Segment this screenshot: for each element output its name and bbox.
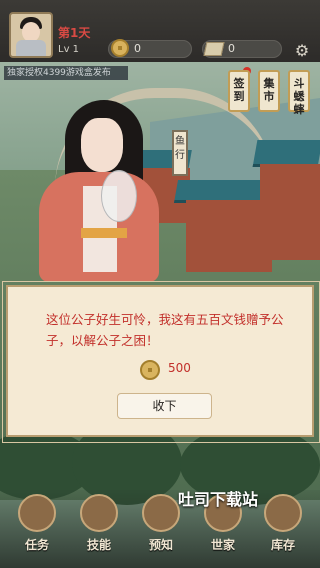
gift-dialog: 这位公子好生可怜，我这有五百文钱赠予公子，以解公子之困！ 500 收下 [2,281,320,443]
nav-skills[interactable]: 技能 [74,494,124,560]
task-scroll-icon [18,494,56,532]
player-avatar[interactable] [9,12,53,58]
npc-face [81,118,123,172]
day-counter: 第1天 [58,26,91,40]
player-level: Lv 1 [58,44,80,55]
nav-inventory-label: 库存 [270,538,295,552]
building [260,164,320,260]
nav-skills-label: 技能 [86,538,111,552]
reward-coin-icon [140,360,160,380]
prophecy-icon [142,494,180,532]
reward-value: 500 [168,361,191,375]
market-button[interactable]: 集市 [258,70,280,112]
coin-balance-value: 0 [134,42,141,55]
watermark-text: 吐司下载站 [178,490,259,509]
sign-in-button[interactable]: 签到 [228,70,250,112]
dialog-message: 这位公子好生可怜，我这有五百文钱赠予公子，以解公子之困！ [46,312,284,348]
cricket-fight-button[interactable]: 斗蟋蟀 [288,70,310,116]
npc-sash [81,228,127,238]
nav-inventory[interactable]: 库存 [258,494,308,560]
avatar-body [16,40,46,56]
npc-woman [25,100,160,282]
fish-market-sign-text: 鱼行 [175,136,185,161]
round-fan [101,170,137,222]
skill-book-icon [80,494,118,532]
nav-prophecy-label: 预知 [148,538,173,552]
nav-family-label: 世家 [210,538,235,552]
coin-icon [111,39,129,57]
ticket-balance: 0 [202,40,282,58]
avatar-head [22,22,40,42]
nav-tasks[interactable]: 任务 [12,494,62,560]
building-roof [252,140,320,167]
ticket-icon [203,42,225,56]
settings-gear-icon[interactable]: ⚙ [293,42,311,60]
inventory-box-icon [264,494,302,532]
license-notice: 独家授权4399游戏盒发布 [4,66,128,80]
top-status-bar: 第1天 Lv 1 0 0 ⚙ [0,0,320,62]
nav-tasks-label: 任务 [24,538,49,552]
accept-button[interactable]: 收下 [117,393,212,419]
coin-balance: 0 [108,39,192,58]
ticket-balance-value: 0 [228,42,235,55]
fish-market-sign: 鱼行 [172,130,188,176]
